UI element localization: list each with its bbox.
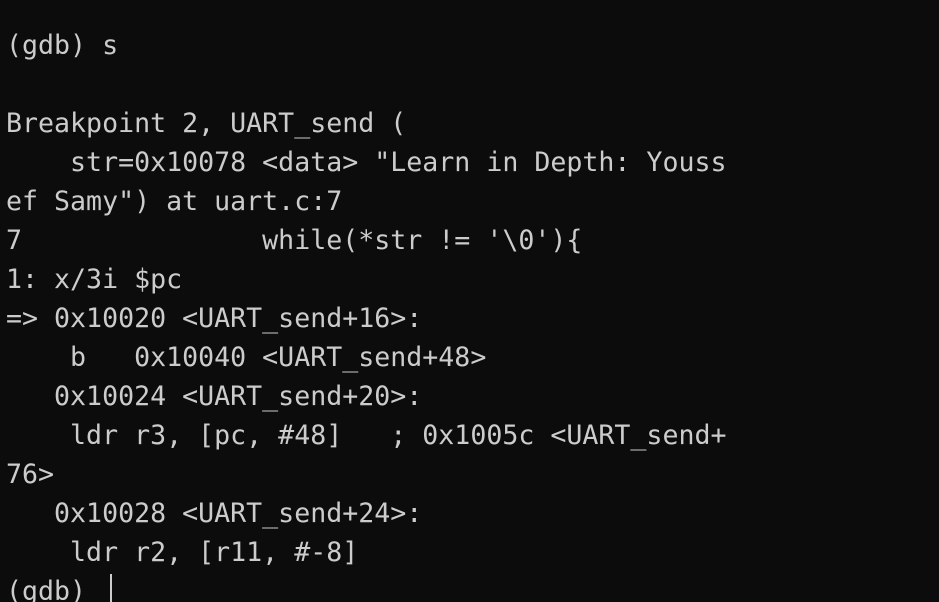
instruction-address-line: 0x10024 <UART_send+20>: (6, 381, 423, 412)
current-instruction-line: => 0x10020 <UART_send+16>: (6, 303, 423, 334)
instruction-line: ldr r3, [pc, #48] ; 0x1005c <UART_send+ (6, 420, 727, 451)
source-line: 7 while(*str != '\0'){ (6, 225, 583, 256)
terminal-output: (gdb) s Breakpoint 2, UART_send ( str=0x… (6, 0, 727, 602)
terminal-line: 76> (6, 459, 55, 490)
gdb-prompt: (gdb) (6, 576, 103, 602)
gdb-command-line: (gdb) s (6, 30, 119, 61)
terminal-window[interactable]: (gdb) s Breakpoint 2, UART_send ( str=0x… (0, 0, 939, 602)
text-cursor (110, 574, 113, 602)
terminal-line: str=0x10078 <data> "Learn in Depth: Yous… (6, 147, 727, 178)
instruction-line: b 0x10040 <UART_send+48> (6, 342, 487, 373)
instruction-line: ldr r2, [r11, #-8] (6, 537, 359, 568)
display-expression-line: 1: x/3i $pc (6, 264, 183, 295)
instruction-address-line: 0x10028 <UART_send+24>: (6, 498, 423, 529)
breakpoint-line: Breakpoint 2, UART_send ( (6, 108, 407, 139)
gdb-prompt-line[interactable]: (gdb) (6, 572, 727, 602)
terminal-line: ef Samy") at uart.c:7 (6, 186, 343, 217)
